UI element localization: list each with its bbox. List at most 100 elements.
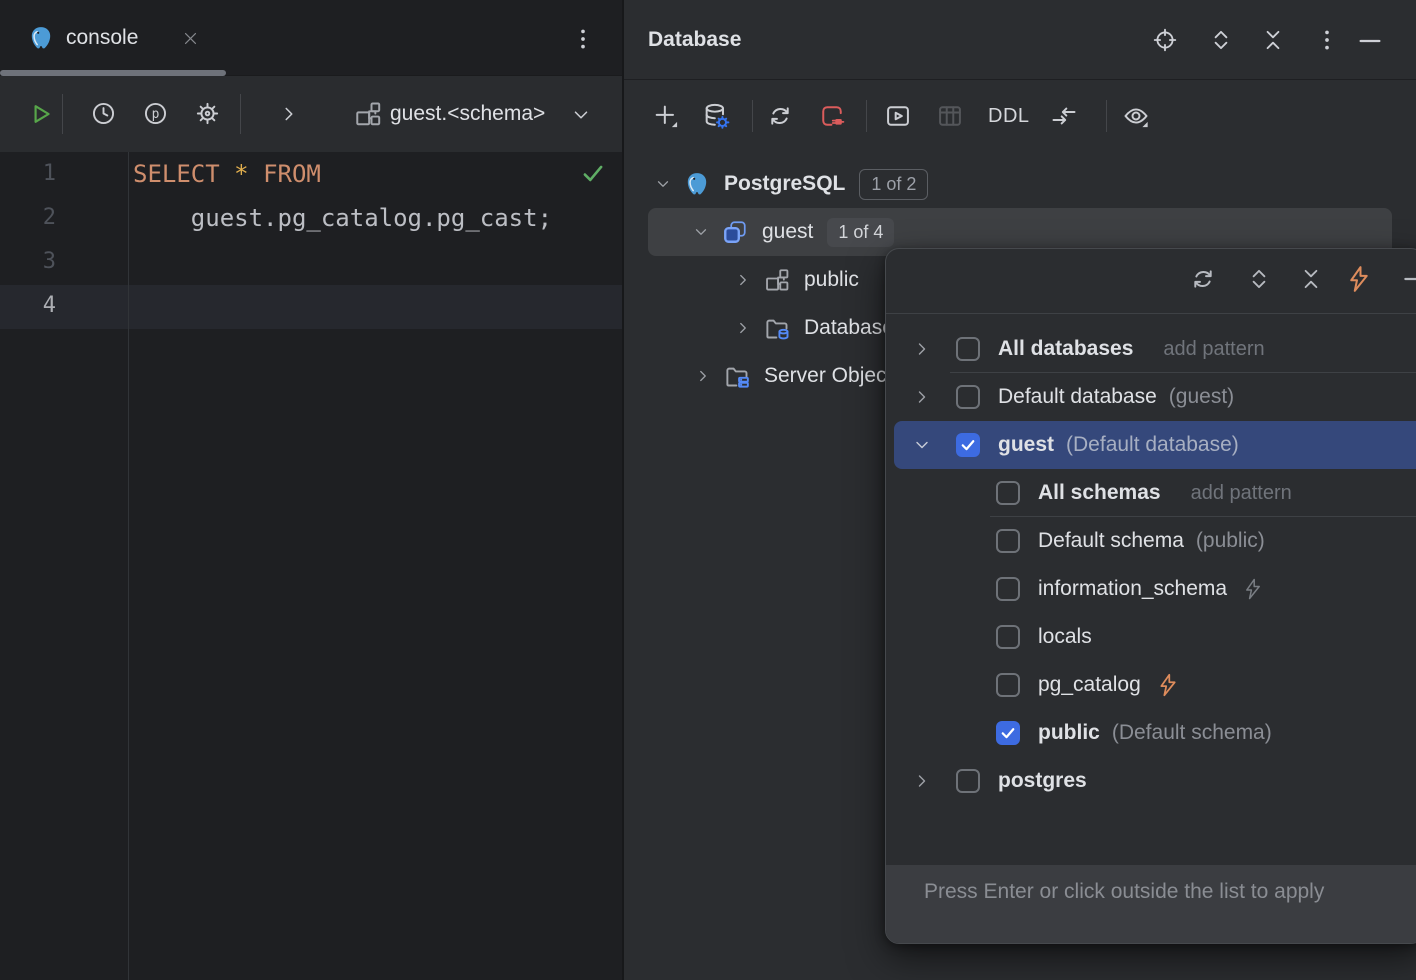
- sql-star: *: [234, 160, 248, 188]
- run-toolbar: p guest.<schema>: [0, 76, 622, 152]
- inspection-ok-check-icon[interactable]: [580, 161, 606, 187]
- history-icon[interactable]: [90, 100, 117, 127]
- checkbox-unchecked[interactable]: [996, 625, 1020, 649]
- chevron-down-icon[interactable]: [692, 223, 710, 241]
- chevron-right-icon[interactable]: [734, 319, 752, 337]
- chevron-right-icon[interactable]: [912, 771, 932, 791]
- collapse-all-icon[interactable]: [1298, 266, 1324, 292]
- popup-row-locals[interactable]: locals: [886, 613, 1416, 661]
- chevron-right-icon[interactable]: [912, 387, 932, 407]
- expand-all-icon[interactable]: [1246, 266, 1272, 292]
- minimize-icon[interactable]: [1356, 27, 1384, 55]
- postgresql-logo-icon: [684, 171, 710, 197]
- row-suffix: (Default database): [1066, 433, 1239, 457]
- popup-row-all-databases[interactable]: All databases add pattern: [886, 325, 1416, 373]
- eye-icon[interactable]: [1122, 102, 1150, 130]
- database-toolbar: DDL: [624, 80, 1416, 152]
- ddl-button[interactable]: DDL: [988, 80, 1030, 152]
- more-vertical-icon[interactable]: [1314, 27, 1340, 53]
- row-label: All schemas: [1038, 481, 1161, 505]
- checkbox-checked[interactable]: [996, 721, 1020, 745]
- query-console-icon[interactable]: [884, 102, 912, 130]
- schema-icon: [354, 100, 382, 128]
- refresh-icon[interactable]: [1189, 265, 1217, 293]
- divider: [1106, 100, 1107, 132]
- run-icon[interactable]: [28, 101, 54, 127]
- divider: [240, 94, 241, 134]
- disconnect-icon[interactable]: [818, 102, 846, 130]
- introspection-badge: 1 of 4: [827, 218, 894, 247]
- collapse-all-icon[interactable]: [1260, 27, 1286, 53]
- schema-selector[interactable]: guest.<schema>: [390, 76, 545, 152]
- table-icon: [936, 102, 964, 130]
- chevron-down-icon[interactable]: [654, 175, 672, 193]
- checkbox-unchecked[interactable]: [956, 769, 980, 793]
- locate-icon[interactable]: [1152, 27, 1178, 53]
- popup-row-default-database[interactable]: Default database (guest): [886, 373, 1416, 421]
- data-source-properties-icon[interactable]: [702, 102, 730, 130]
- popup-row-information-schema[interactable]: information_schema: [886, 565, 1416, 613]
- gutter-separator: [128, 152, 129, 980]
- checkbox-unchecked[interactable]: [996, 529, 1020, 553]
- chevron-right-icon[interactable]: [278, 103, 300, 125]
- chevron-right-icon[interactable]: [912, 339, 932, 359]
- row-suffix: (Default schema): [1112, 721, 1272, 745]
- bolt-icon: [1155, 672, 1181, 698]
- row-suffix: (guest): [1169, 385, 1234, 409]
- refresh-icon[interactable]: [766, 102, 794, 130]
- postgresql-logo-icon: [28, 25, 54, 51]
- add-pattern-link[interactable]: add pattern: [1163, 338, 1264, 361]
- schema-icon: [764, 267, 790, 293]
- tab-title: console: [66, 0, 138, 76]
- row-suffix: (public): [1196, 529, 1265, 553]
- folder-server-icon: [724, 363, 750, 390]
- checkbox-unchecked[interactable]: [996, 577, 1020, 601]
- code-line-1: SELECT * FROM: [133, 152, 321, 196]
- minimize-icon[interactable]: [1401, 266, 1416, 292]
- add-icon[interactable]: [652, 102, 680, 130]
- chevron-down-icon[interactable]: [570, 104, 592, 126]
- divider: [752, 100, 753, 132]
- application-window: console p: [0, 0, 1416, 980]
- popup-row-public[interactable]: public (Default schema): [886, 709, 1416, 757]
- popup-row-postgres[interactable]: postgres: [886, 757, 1416, 805]
- checkbox-unchecked[interactable]: [996, 481, 1020, 505]
- tree-node-label: Server Objects: [764, 364, 903, 388]
- checkbox-unchecked[interactable]: [956, 385, 980, 409]
- parameters-icon[interactable]: p: [142, 100, 169, 127]
- checkbox-unchecked[interactable]: [956, 337, 980, 361]
- jump-to-console-icon[interactable]: [1050, 102, 1078, 130]
- row-label: Default database: [998, 385, 1157, 409]
- row-label: locals: [1038, 625, 1092, 649]
- svg-text:p: p: [152, 107, 160, 122]
- chevron-right-icon[interactable]: [734, 271, 752, 289]
- database-panel-header: Database: [624, 0, 1416, 80]
- checkbox-checked[interactable]: [956, 433, 980, 457]
- checkbox-unchecked[interactable]: [996, 673, 1020, 697]
- popup-row-default-schema[interactable]: Default schema (public): [886, 517, 1416, 565]
- folder-database-icon: [764, 315, 790, 342]
- chevron-down-icon[interactable]: [912, 435, 932, 455]
- bolt-icon[interactable]: [1344, 264, 1374, 294]
- code-editor[interactable]: 1 2 3 4 SELECT * FROM guest.pg_catalog.p…: [0, 152, 622, 980]
- chevron-right-icon[interactable]: [694, 367, 712, 385]
- popup-row-all-schemas[interactable]: All schemas add pattern: [886, 469, 1416, 517]
- popup-row-guest[interactable]: guest (Default database): [894, 421, 1416, 469]
- row-label: All databases: [998, 337, 1133, 361]
- sql-keyword: SELECT: [133, 160, 220, 188]
- expand-all-icon[interactable]: [1208, 27, 1234, 53]
- database-icon: [722, 219, 748, 245]
- line-number-active: 4: [0, 284, 56, 328]
- row-label: public: [1038, 721, 1100, 745]
- add-pattern-link[interactable]: add pattern: [1191, 482, 1292, 505]
- popup-footer-hint: Press Enter or click outside the list to…: [886, 865, 1416, 944]
- tab-console[interactable]: console: [0, 0, 226, 76]
- bolt-icon: [1241, 577, 1265, 601]
- more-vertical-icon[interactable]: [570, 26, 596, 52]
- settings-icon[interactable]: [194, 100, 221, 127]
- active-line-highlight: [0, 285, 622, 329]
- row-label: pg_catalog: [1038, 673, 1141, 697]
- popup-row-pg-catalog[interactable]: pg_catalog: [886, 661, 1416, 709]
- tree-row-postgresql[interactable]: PostgreSQL 1 of 2: [624, 160, 1416, 208]
- close-icon[interactable]: [182, 30, 199, 47]
